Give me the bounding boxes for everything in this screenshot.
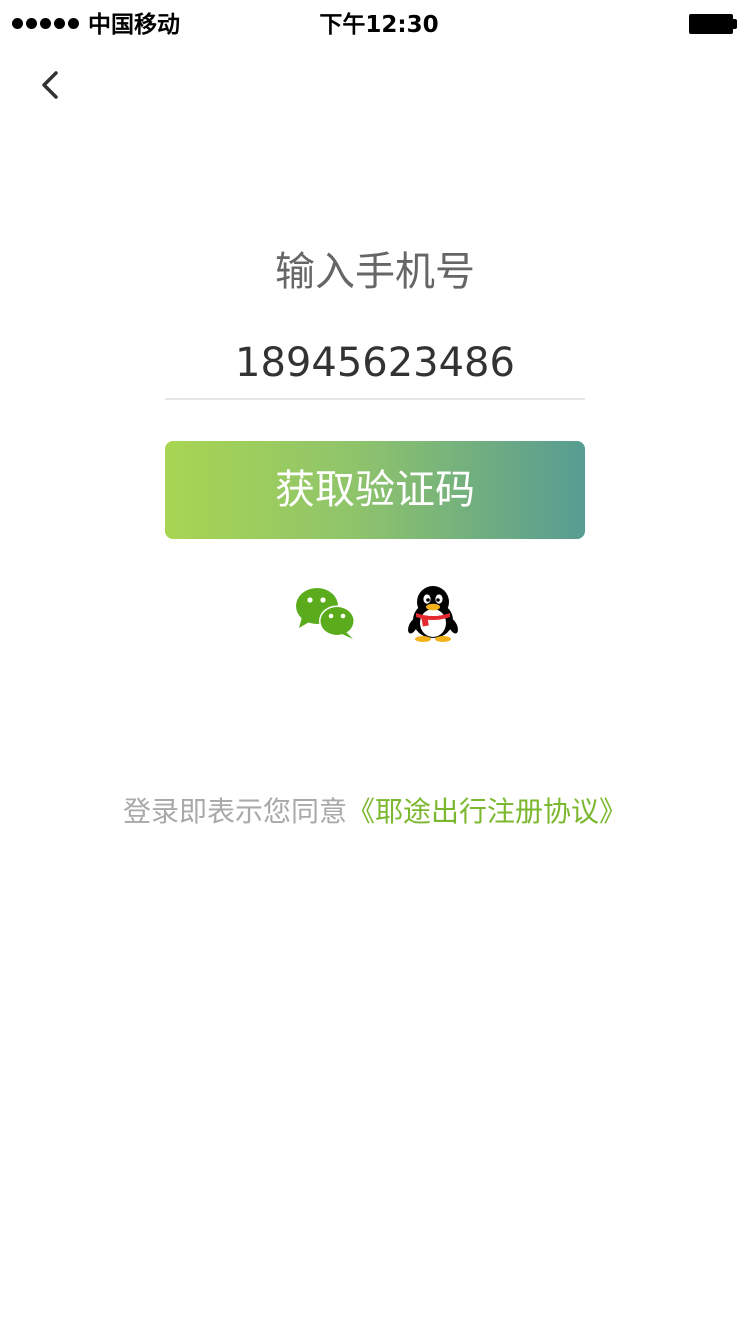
qq-icon xyxy=(408,586,458,642)
wechat-icon xyxy=(296,588,355,639)
page-title: 输入手机号 xyxy=(275,249,475,295)
qq-login-button[interactable] xyxy=(401,584,467,642)
phone-number-input[interactable] xyxy=(165,328,585,400)
chevron-left-icon xyxy=(42,71,58,99)
battery-icon xyxy=(689,14,733,34)
back-button[interactable] xyxy=(24,60,74,110)
battery-tip xyxy=(733,19,737,29)
wechat-login-button[interactable] xyxy=(293,584,359,642)
status-bar: 中国移动 下午12:30 xyxy=(0,0,750,50)
agreement-link[interactable]: 《耶途出行注册协议》 xyxy=(347,795,627,828)
agreement-notice: 登录即表示您同意《耶途出行注册协议》 xyxy=(0,792,750,832)
status-time: 下午12:30 xyxy=(319,12,439,38)
agreement-prefix: 登录即表示您同意 xyxy=(122,795,347,828)
get-verification-code-button[interactable]: 获取验证码 xyxy=(165,441,585,539)
